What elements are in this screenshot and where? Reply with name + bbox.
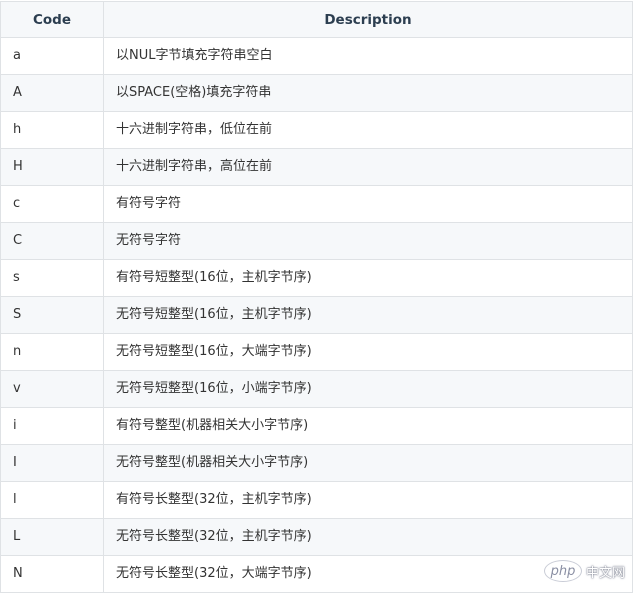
header-description: Description: [103, 1, 633, 38]
description-cell: 无符号短整型(16位，主机字节序): [103, 296, 633, 334]
table-row: v 无符号短整型(16位，小端字节序): [0, 370, 633, 408]
php-cn-watermark: php 中文网: [543, 560, 625, 582]
code-cell: i: [0, 407, 104, 445]
table-row: s 有符号短整型(16位，主机字节序): [0, 259, 633, 297]
table-row: S 无符号短整型(16位，主机字节序): [0, 296, 633, 334]
description-cell: 无符号长整型(32位，主机字节序): [103, 518, 633, 556]
code-cell: v: [0, 370, 104, 408]
code-cell: C: [0, 222, 104, 260]
description-cell: 以NUL字节填充字符串空白: [103, 37, 633, 75]
table-row: l 有符号长整型(32位，主机字节序): [0, 481, 633, 519]
code-cell: a: [0, 37, 104, 75]
table-row: c 有符号字符: [0, 185, 633, 223]
description-cell: 无符号字符: [103, 222, 633, 260]
table-row: a 以NUL字节填充字符串空白: [0, 37, 633, 75]
table-header: Code Description: [0, 1, 633, 38]
description-cell: 十六进制字符串，高位在前: [103, 148, 633, 186]
code-cell: n: [0, 333, 104, 371]
description-cell: 以SPACE(空格)填充字符串: [103, 74, 633, 112]
description-cell: 有符号字符: [103, 185, 633, 223]
table-row: H 十六进制字符串，高位在前: [0, 148, 633, 186]
table-row: L 无符号长整型(32位，主机字节序): [0, 518, 633, 556]
php-logo-icon: php: [543, 560, 582, 582]
code-cell: c: [0, 185, 104, 223]
description-cell: 无符号短整型(16位，小端字节序): [103, 370, 633, 408]
code-table: Code Description a 以NUL字节填充字符串空白 A 以SPACE(空…: [0, 1, 633, 593]
watermark-text: 中文网: [585, 565, 625, 581]
code-cell: N: [0, 555, 104, 593]
code-cell: S: [0, 296, 104, 334]
description-cell: 十六进制字符串，低位在前: [103, 111, 633, 149]
code-cell: A: [0, 74, 104, 112]
code-cell: s: [0, 259, 104, 297]
code-cell: h: [0, 111, 104, 149]
description-cell: 有符号长整型(32位，主机字节序): [103, 481, 633, 519]
table-body: a 以NUL字节填充字符串空白 A 以SPACE(空格)填充字符串 h 十六进制字符串，低…: [0, 37, 633, 593]
table-row: A 以SPACE(空格)填充字符串: [0, 74, 633, 112]
table-header-row: Code Description: [0, 1, 633, 38]
code-cell: l: [0, 481, 104, 519]
table-row: n 无符号短整型(16位，大端字节序): [0, 333, 633, 371]
description-cell: 无符号整型(机器相关大小字节序): [103, 444, 633, 482]
header-code: Code: [0, 1, 104, 38]
code-cell: I: [0, 444, 104, 482]
table-row: C 无符号字符: [0, 222, 633, 260]
description-cell: 有符号整型(机器相关大小字节序): [103, 407, 633, 445]
description-cell: 无符号短整型(16位，大端字节序): [103, 333, 633, 371]
description-cell: 有符号短整型(16位，主机字节序): [103, 259, 633, 297]
code-cell: L: [0, 518, 104, 556]
table-row: i 有符号整型(机器相关大小字节序): [0, 407, 633, 445]
table-row: h 十六进制字符串，低位在前: [0, 111, 633, 149]
table-row: I 无符号整型(机器相关大小字节序): [0, 444, 633, 482]
table-row: N 无符号长整型(32位，大端字节序): [0, 555, 633, 593]
code-cell: H: [0, 148, 104, 186]
